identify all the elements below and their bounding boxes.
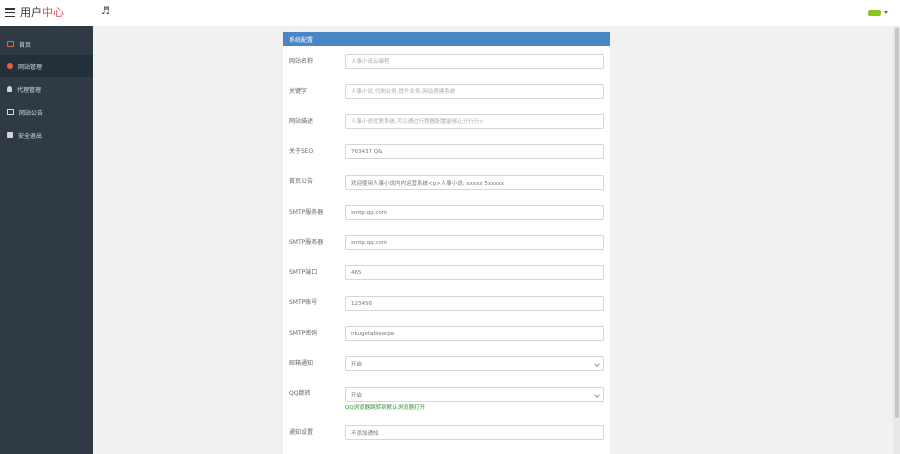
sidebar-item-label: 网站管理 bbox=[18, 63, 43, 71]
panel-title: 系统配置 bbox=[289, 37, 314, 44]
sidebar-item-agent-management[interactable]: 代理管理 bbox=[0, 78, 93, 100]
music-note-icon[interactable]: ♬ bbox=[101, 6, 110, 18]
keywords-label: 关键字 bbox=[289, 88, 308, 95]
sidebar-item-logout[interactable]: 安全退出 bbox=[0, 124, 93, 146]
site-name-label: 网站名称 bbox=[289, 58, 314, 65]
smtp-host-label: SMTP服务器 bbox=[289, 239, 324, 246]
sidebar-item-label: 首页 bbox=[19, 41, 32, 49]
top-bar: 用户中心 ♬ bbox=[0, 0, 900, 26]
user-icon bbox=[7, 86, 12, 92]
seo-input[interactable] bbox=[345, 144, 604, 159]
brand-title-accent: 中心 bbox=[42, 6, 64, 19]
brand-title: 用户中心 bbox=[20, 6, 64, 19]
panel-header: 系统配置 bbox=[283, 32, 610, 46]
scrollbar-thumb[interactable] bbox=[895, 28, 899, 418]
sidebar: 首页 网站管理 代理管理 网站公告 安全退出 bbox=[0, 26, 93, 454]
email-notify-value: 开启 bbox=[351, 361, 363, 368]
sidebar-item-label: 代理管理 bbox=[17, 86, 42, 94]
smtp-server-label: SMTP服务器 bbox=[289, 209, 324, 216]
qq-jump-help-text: QQ浏览器跳转到默认浏览器打开 bbox=[345, 405, 426, 411]
qq-jump-value: 开启 bbox=[351, 392, 363, 399]
smtp-password-label: SMTP密码 bbox=[289, 330, 318, 337]
email-notify-label: 邮箱通知 bbox=[289, 360, 314, 367]
sidebar-item-home[interactable]: 首页 bbox=[0, 33, 93, 55]
gear-icon bbox=[7, 63, 13, 69]
lock-icon bbox=[7, 132, 13, 138]
notify-settings-label: 通知设置 bbox=[289, 429, 314, 436]
qq-jump-label: QQ跳转 bbox=[289, 390, 311, 397]
site-desc-label: 网站描述 bbox=[289, 118, 314, 125]
avatar[interactable] bbox=[868, 10, 881, 16]
smtp-port-label: SMTP端口 bbox=[289, 269, 318, 276]
notice-card-icon bbox=[7, 109, 14, 115]
site-name-input[interactable] bbox=[345, 54, 604, 69]
sidebar-item-label: 网站公告 bbox=[19, 109, 44, 117]
smtp-port-input[interactable] bbox=[345, 265, 604, 280]
smtp-account-input[interactable] bbox=[345, 296, 604, 311]
monitor-icon bbox=[7, 41, 14, 47]
system-config-panel: 系统配置 网站名称 关键字 网站描述 关于SEO 首页公告 SMTP服务器 SM… bbox=[283, 32, 610, 454]
seo-label: 关于SEO bbox=[289, 148, 314, 155]
qq-jump-select[interactable]: 开启 bbox=[345, 387, 604, 402]
sidebar-item-site-notice[interactable]: 网站公告 bbox=[0, 101, 93, 123]
brand-title-main: 用户 bbox=[20, 6, 42, 19]
notify-settings-input[interactable] bbox=[345, 425, 604, 440]
keywords-input[interactable] bbox=[345, 84, 604, 99]
caret-down-icon[interactable] bbox=[884, 11, 888, 14]
hamburger-menu-icon[interactable] bbox=[5, 8, 15, 18]
notice-label: 首页公告 bbox=[289, 178, 314, 185]
chevron-down-icon bbox=[594, 361, 600, 367]
sidebar-item-label: 安全退出 bbox=[18, 132, 43, 140]
notice-input[interactable] bbox=[345, 175, 604, 190]
smtp-host-input[interactable] bbox=[345, 235, 604, 250]
smtp-password-input[interactable] bbox=[345, 326, 604, 341]
sidebar-item-site-management[interactable]: 网站管理 bbox=[0, 55, 93, 77]
chevron-down-icon bbox=[594, 392, 600, 398]
email-notify-select[interactable]: 开启 bbox=[345, 356, 604, 371]
smtp-account-label: SMTP账号 bbox=[289, 299, 318, 306]
site-desc-input[interactable] bbox=[345, 114, 604, 129]
smtp-server-input[interactable] bbox=[345, 205, 604, 220]
